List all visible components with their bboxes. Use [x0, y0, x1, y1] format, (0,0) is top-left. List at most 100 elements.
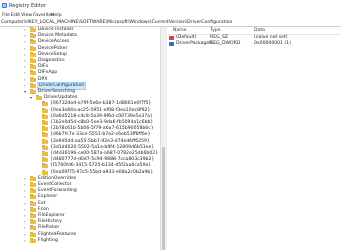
chevron-right-icon[interactable]: ›	[24, 83, 28, 89]
tree-item[interactable]: {3d1d4020-5502-5a1a-b9f4-12809d6b51ee}	[0, 144, 154, 151]
tree-item[interactable]: › FlightedFeatures	[0, 231, 150, 238]
tree-item[interactable]: › Explorer	[0, 194, 150, 200]
folder-icon	[30, 33, 36, 39]
tree-item[interactable]: › DriverConfiguration	[0, 81, 150, 90]
registry-editor-icon	[2, 3, 7, 8]
folder-icon	[30, 39, 36, 45]
column-type[interactable]: Type	[210, 28, 221, 33]
chevron-right-icon[interactable]: ›	[24, 77, 28, 83]
folder-icon	[30, 194, 36, 200]
folder-icon	[30, 70, 36, 76]
tree-item-label: DeviceAccess	[38, 39, 70, 45]
folder-icon	[42, 151, 48, 156]
tree-item[interactable]: {0a6d5218-c4c8-5a39-9f6d-c00739e5e37a}	[0, 113, 153, 120]
folder-icon	[30, 188, 36, 194]
chevron-right-icon[interactable]: ›	[24, 182, 28, 188]
tree-item[interactable]: › DevicePicker	[0, 45, 150, 52]
folder-icon	[30, 64, 36, 70]
tree-item[interactable]: › Device Metadata	[0, 33, 150, 39]
tree-item[interactable]: › EditionOverrides	[0, 175, 150, 182]
chevron-down-icon[interactable]: ▾	[24, 89, 28, 95]
tree-item-label: {3e9d5d4-aa55-5bb7-92e3-d74ed6ff6259}	[50, 138, 150, 144]
dword-value-icon	[169, 42, 174, 46]
chevron-right-icon[interactable]: ›	[24, 27, 28, 33]
chevron-right-icon[interactable]: ›	[24, 225, 28, 231]
folder-icon	[42, 138, 48, 144]
folder-icon	[30, 76, 36, 82]
chevron-right-icon[interactable]: ›	[24, 46, 28, 52]
address-bar[interactable]: Computer\HKEY_LOCAL_MACHINE\SOFTWARE\Mic…	[0, 19, 341, 27]
tree-item-label: FlightedFeatures	[38, 231, 77, 237]
column-data[interactable]: Data	[254, 28, 265, 33]
chevron-right-icon[interactable]: ›	[24, 201, 28, 207]
tree-item[interactable]: {6ea00f75-97c5-55bd-a933-e08a2c0b2a9b}	[0, 169, 153, 176]
value-type: REG_DWORD	[210, 41, 241, 46]
chevron-right-icon[interactable]: ›	[24, 70, 28, 76]
chevron-right-icon[interactable]: ›	[24, 213, 28, 219]
tree-item[interactable]: › FileExplorer	[0, 213, 150, 219]
chevron-right-icon[interactable]: ›	[24, 52, 28, 58]
folder-icon	[30, 27, 36, 32]
values-pane[interactable]: Name Type Data (Default) REG_SZ (value n…	[167, 27, 341, 250]
tree-item[interactable]: › FileHistory	[0, 219, 150, 225]
tree-item-label: Flighting	[38, 237, 58, 243]
chevron-down-icon[interactable]: ▾	[30, 95, 34, 101]
tree-item[interactable]: {06732ded-e79f-5e6e-b387-1d8661e0f7f5}	[0, 101, 151, 107]
chevron-right-icon[interactable]: ›	[24, 176, 28, 182]
chevron-right-icon[interactable]: ›	[24, 39, 28, 45]
tree-item[interactable]: › Diagnostics	[0, 58, 150, 64]
folder-icon	[30, 182, 36, 187]
chevron-right-icon[interactable]: ›	[24, 207, 28, 213]
chevron-right-icon[interactable]: ›	[24, 33, 28, 39]
tree-item[interactable]: › DeviceAccess	[0, 39, 150, 45]
chevron-right-icon[interactable]: ›	[24, 194, 28, 200]
tree-item[interactable]: {3e9d5d4-aa55-5bb7-92e3-d74ed6ff6259}	[0, 138, 150, 145]
tree-item[interactable]: {0ea3e84a-ac25-5951-ef08-f3ea10ec8f92}	[0, 107, 151, 114]
tree-item-label: {0ea3e84a-ac25-5951-ef08-f3ea10ec8f92}	[50, 107, 151, 113]
tree-item[interactable]: › DeviceSetup	[0, 51, 150, 58]
tree-item[interactable]: › DIFx	[0, 64, 150, 70]
tree-item[interactable]: › Ext	[0, 200, 150, 207]
string-value-icon	[169, 36, 174, 40]
title-bar: Registry Editor	[0, 0, 341, 11]
menu-edit[interactable]: Edit	[11, 13, 20, 18]
scrollbar-thumb[interactable]	[162, 147, 165, 250]
tree-item[interactable]: › EventForwarding	[0, 188, 150, 194]
folder-icon	[42, 144, 48, 150]
chevron-right-icon[interactable]: ›	[24, 238, 28, 244]
folder-icon	[42, 132, 48, 138]
chevron-right-icon[interactable]: ›	[24, 219, 28, 225]
menu-view[interactable]: View	[21, 13, 32, 18]
folder-icon	[30, 45, 36, 51]
folder-icon	[36, 95, 42, 101]
tree-item-label: DeviceSetup	[38, 51, 68, 57]
tree-item[interactable]: {d6b7fc7e-33ce-5551-b7e2-c6eb53ff8ff6e}	[0, 132, 151, 138]
address-path[interactable]: Computer\HKEY_LOCAL_MACHINE\SOFTWARE\Mic…	[1, 20, 232, 25]
folder-icon	[30, 51, 36, 57]
tree-item[interactable]: {f1760fd6-3415-5725-b134-d5f2aa6ca59a}	[0, 163, 151, 169]
window-title: Registry Editor	[9, 2, 46, 9]
chevron-right-icon[interactable]: ›	[24, 232, 28, 238]
value-row[interactable]: DriverPackageU... REG_DWORD 0x00000001 (…	[167, 41, 341, 47]
key-tree-pane[interactable]: › Device Installer › Device Metadata › Device…	[0, 27, 160, 250]
tree-item[interactable]: › Fcon	[0, 206, 150, 213]
folder-icon	[30, 175, 36, 181]
tree-item[interactable]: › DIFxApp	[0, 70, 150, 76]
folder-icon	[30, 237, 36, 243]
menu-help[interactable]: Help	[51, 13, 62, 18]
folder-icon	[42, 157, 48, 163]
menu-file[interactable]: File	[2, 13, 10, 18]
column-name[interactable]: Name	[173, 28, 187, 33]
tree-item[interactable]: › DPX	[0, 76, 150, 83]
tree-item-label: {0a6d5218-c4c8-5a39-9f6d-c00739e5e37a}	[50, 113, 153, 119]
chevron-right-icon[interactable]: ›	[24, 64, 28, 70]
tree-item-label: DriverConfiguration	[36, 81, 87, 90]
tree-item[interactable]: › FilePicker	[0, 225, 150, 231]
tree-item-label: Explorer	[38, 194, 58, 200]
chevron-right-icon[interactable]: ›	[24, 58, 28, 64]
folder-icon	[30, 225, 36, 231]
tree-item-label: DPX	[38, 76, 48, 82]
menu-bar: File Edit View Favorites Help	[0, 11, 341, 19]
chevron-right-icon[interactable]: ›	[24, 188, 28, 194]
tree-item[interactable]: › Flighting	[0, 237, 150, 244]
